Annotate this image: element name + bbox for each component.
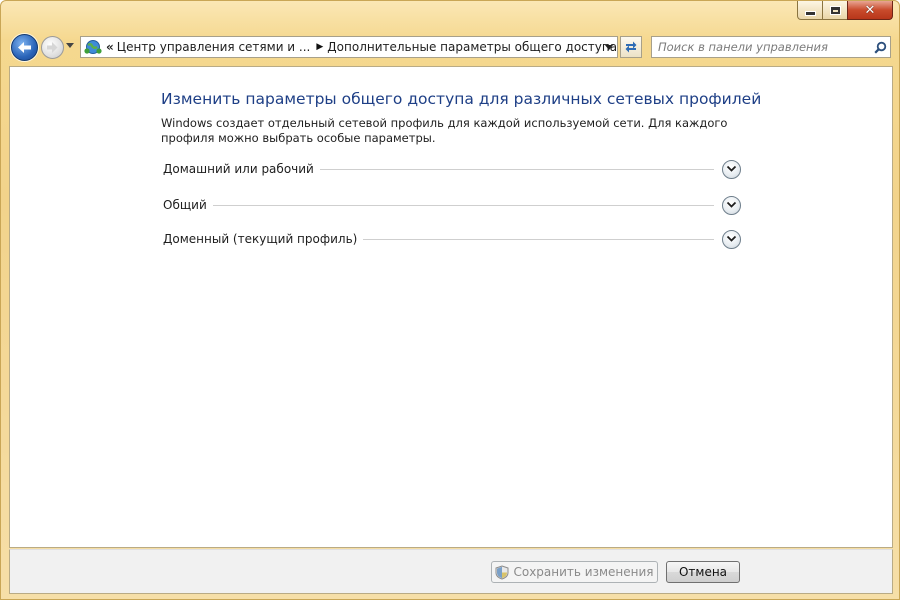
address-bar[interactable]: « Центр управления сетями и ... ▶ Дополн… [80, 36, 618, 58]
forward-arrow-icon [47, 42, 58, 53]
section-label: Общий [163, 198, 207, 212]
content-panel: Изменить параметры общего доступа для ра… [9, 66, 893, 548]
save-changes-button[interactable]: Сохранить изменения [491, 561, 658, 583]
expand-button[interactable] [722, 229, 741, 249]
section-divider [319, 168, 714, 170]
section-divider [363, 238, 714, 240]
window-frame: ✕ « Центр управления сетями и ... ▶ Допо… [0, 0, 900, 600]
back-arrow-icon [18, 42, 31, 53]
search-button[interactable] [870, 37, 890, 57]
chevron-down-icon[interactable] [66, 43, 74, 48]
refresh-button[interactable] [620, 36, 642, 58]
section-label: Доменный (текущий профиль) [163, 232, 358, 246]
maximize-icon [829, 5, 841, 15]
address-dropdown-icon[interactable] [605, 45, 613, 50]
close-button[interactable]: ✕ [847, 1, 893, 20]
breadcrumb-advanced-sharing[interactable]: Дополнительные параметры общего доступа [327, 40, 617, 54]
section-divider [212, 204, 714, 206]
network-icon [84, 39, 102, 55]
section-public[interactable]: Общий [163, 194, 741, 216]
search-input[interactable] [658, 38, 870, 56]
footer-bar: Сохранить изменения Отмена [9, 549, 893, 594]
page-description: Windows создает отдельный сетевой профил… [161, 116, 728, 145]
chevron-down-icon [726, 235, 737, 242]
maximize-button[interactable] [822, 1, 848, 20]
page-title: Изменить параметры общего доступа для ра… [161, 90, 762, 108]
refresh-icon [625, 41, 637, 53]
uac-shield-icon [495, 564, 509, 580]
save-changes-label: Сохранить изменения [513, 565, 654, 579]
cancel-label: Отмена [678, 565, 728, 579]
cancel-button[interactable]: Отмена [666, 561, 740, 583]
search-box[interactable] [651, 36, 891, 58]
breadcrumb-separator-icon[interactable]: ▶ [316, 42, 323, 52]
chevron-down-icon [726, 201, 737, 208]
minimize-button[interactable] [797, 1, 823, 20]
caption-buttons: ✕ [797, 1, 893, 21]
minimize-icon [804, 10, 816, 16]
search-icon [873, 41, 886, 54]
breadcrumb-overflow[interactable]: « [106, 40, 114, 54]
forward-button[interactable] [41, 36, 64, 59]
section-label: Домашний или рабочий [163, 162, 314, 176]
chevron-down-icon [726, 165, 737, 172]
section-domain[interactable]: Доменный (текущий профиль) [163, 228, 741, 250]
section-home-work[interactable]: Домашний или рабочий [163, 158, 741, 180]
expand-button[interactable] [722, 195, 741, 215]
back-button[interactable] [11, 34, 38, 61]
expand-button[interactable] [722, 159, 741, 179]
breadcrumb-network-center[interactable]: Центр управления сетями и ... [117, 40, 311, 54]
close-icon: ✕ [864, 2, 876, 18]
